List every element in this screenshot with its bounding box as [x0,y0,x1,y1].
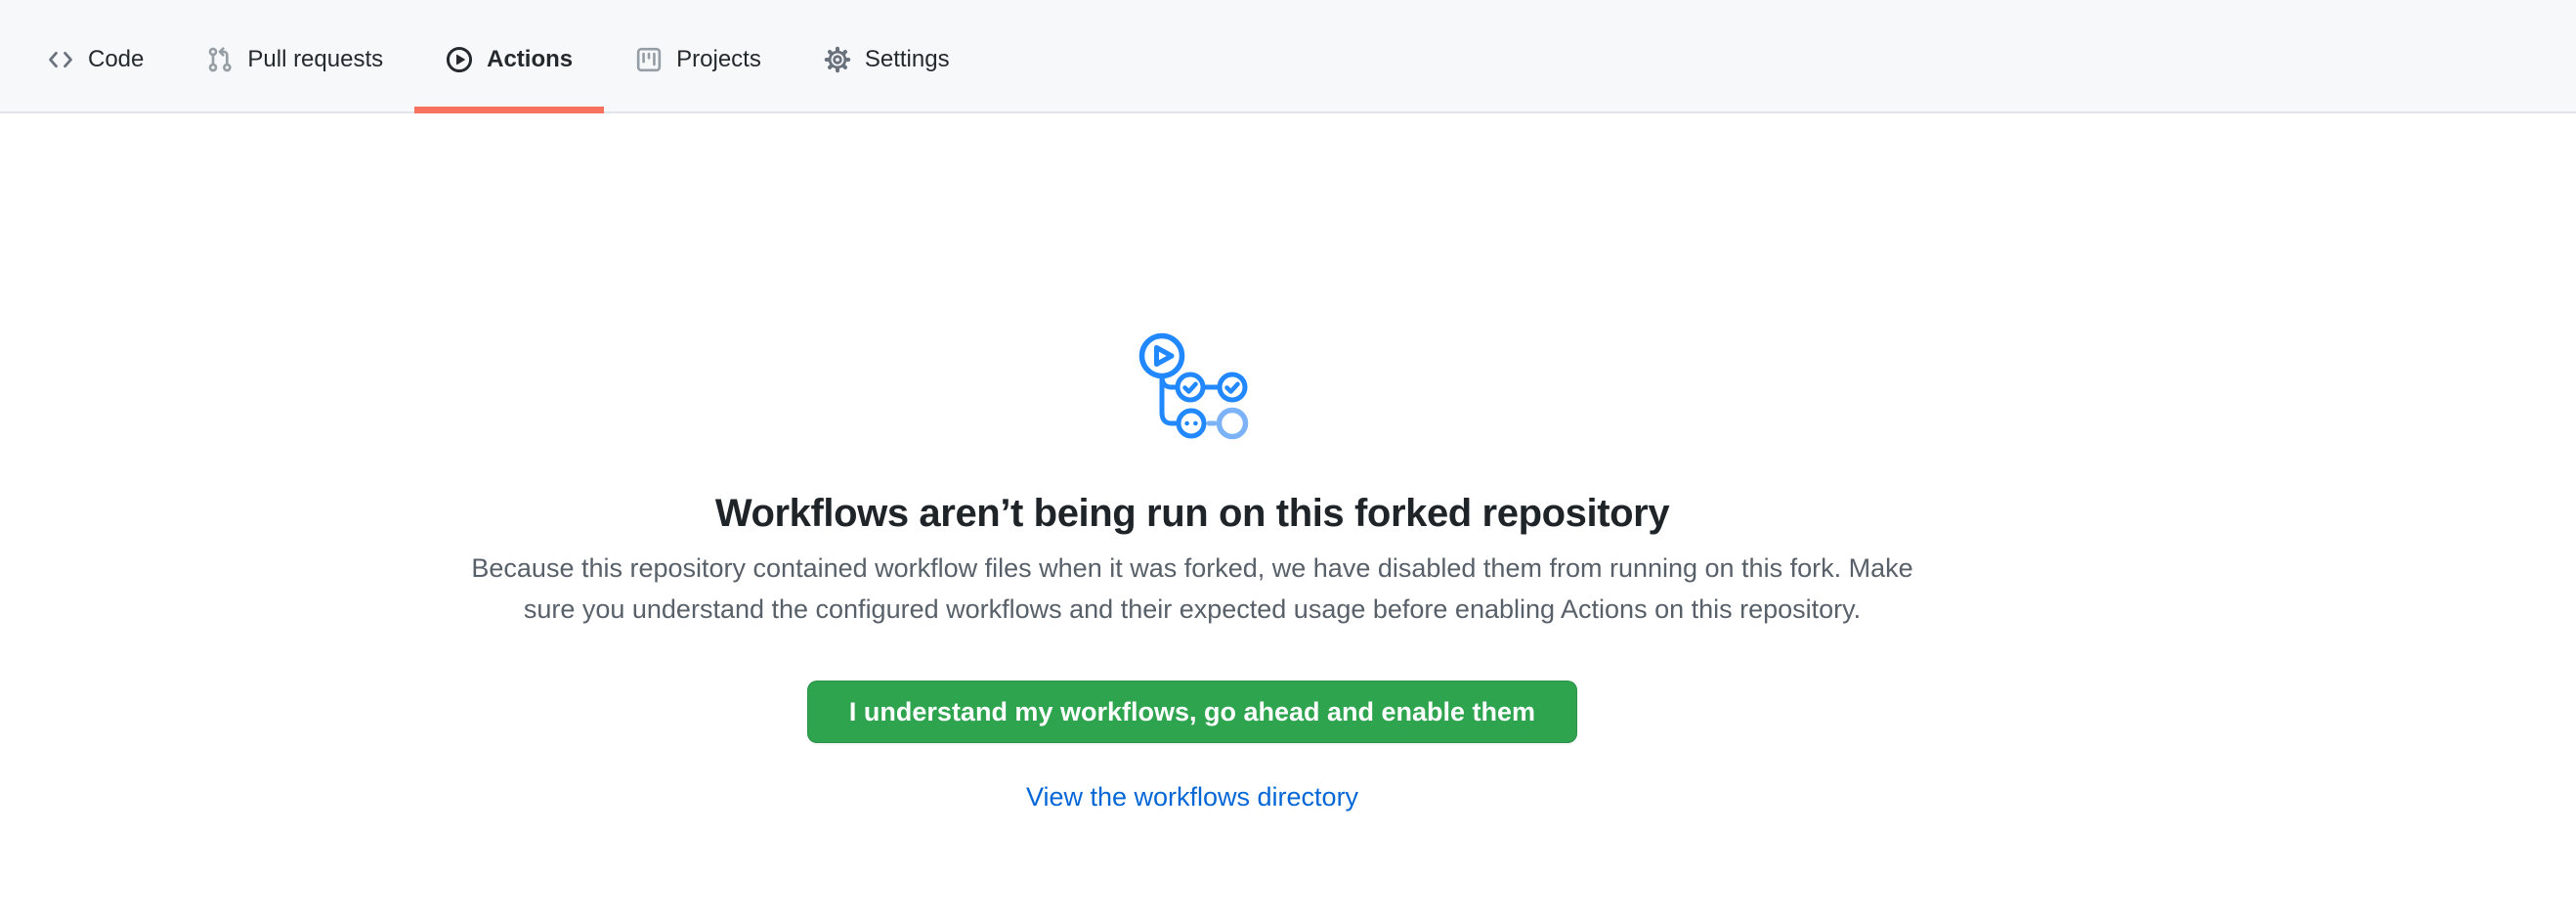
tab-label: Actions [487,48,573,71]
tab-actions[interactable]: Actions [414,0,604,111]
git-pull-request-icon [206,46,234,73]
tab-projects[interactable]: Projects [604,0,793,111]
view-workflows-directory-link[interactable]: View the workflows directory [1026,782,1358,812]
enable-workflows-button[interactable]: I understand my workflows, go ahead and … [807,681,1577,743]
description-line-1: Because this repository contained workfl… [0,548,2384,589]
tab-label: Pull requests [247,48,383,71]
play-circle-icon [446,46,473,73]
repo-tab-navigation: Code Pull requests Actions [0,0,2576,113]
tab-code[interactable]: Code [16,0,175,111]
tab-label: Code [88,48,144,71]
page-title: Workflows aren’t being run on this forke… [0,492,2384,536]
tab-label: Settings [865,48,950,71]
tab-pull-requests[interactable]: Pull requests [175,0,414,111]
tab-label: Projects [676,48,761,71]
gear-icon [824,46,851,73]
actions-disabled-blankslate: Workflows aren’t being run on this forke… [0,113,2384,813]
code-icon [47,46,74,73]
description-line-2: sure you understand the configured workf… [0,589,2384,630]
tab-settings[interactable]: Settings [793,0,981,111]
workflow-graph-icon [1135,329,1250,449]
project-icon [635,46,663,73]
blankslate-description: Because this repository contained workfl… [0,548,2384,630]
